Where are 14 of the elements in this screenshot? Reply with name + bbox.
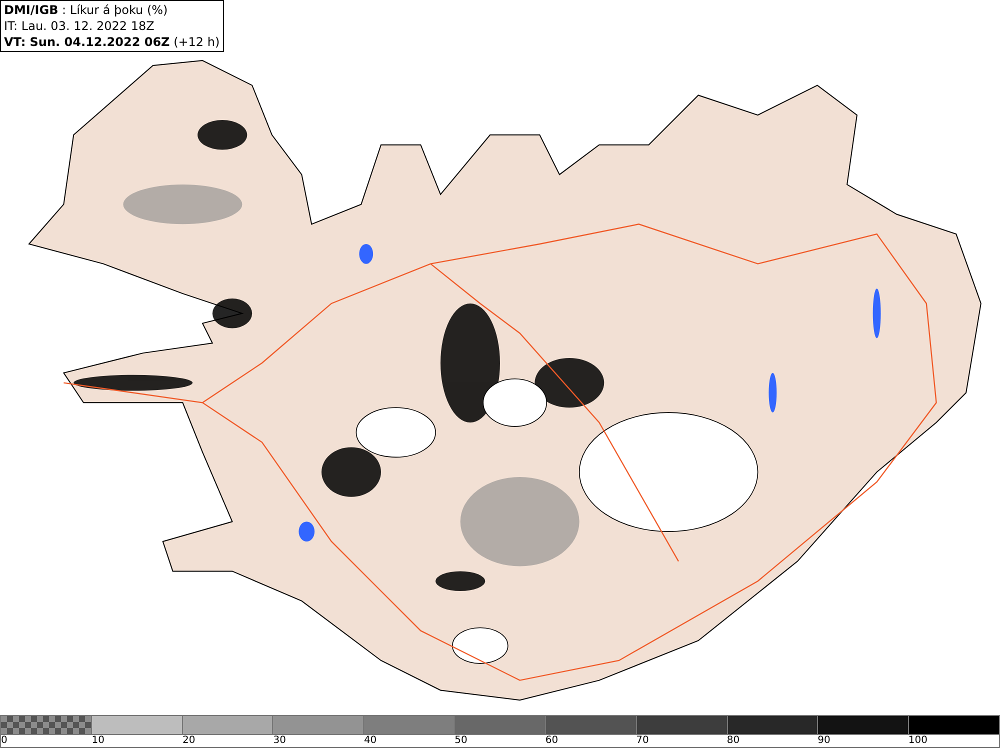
legend-label: 50 [454, 735, 468, 747]
legend-label: 30 [273, 735, 286, 747]
issue-time: IT: Lau. 03. 12. 2022 18Z [4, 18, 156, 34]
legend-label: 0 [1, 735, 8, 747]
legend-label: 20 [182, 735, 196, 747]
legend-label: 10 [92, 735, 104, 747]
legend-label: 100 [908, 735, 928, 747]
legend-label: 70 [636, 735, 649, 747]
valid-time: VT: Sun. 04.12.2022 06Z (+12 h) [4, 34, 220, 50]
legend-label: 80 [726, 735, 740, 747]
product-title: DMI/IGB : Líkur á þoku (%) [4, 2, 169, 18]
legend-label: 40 [364, 735, 377, 747]
legend-label: 60 [545, 735, 558, 747]
legend-label: 90 [818, 735, 830, 747]
